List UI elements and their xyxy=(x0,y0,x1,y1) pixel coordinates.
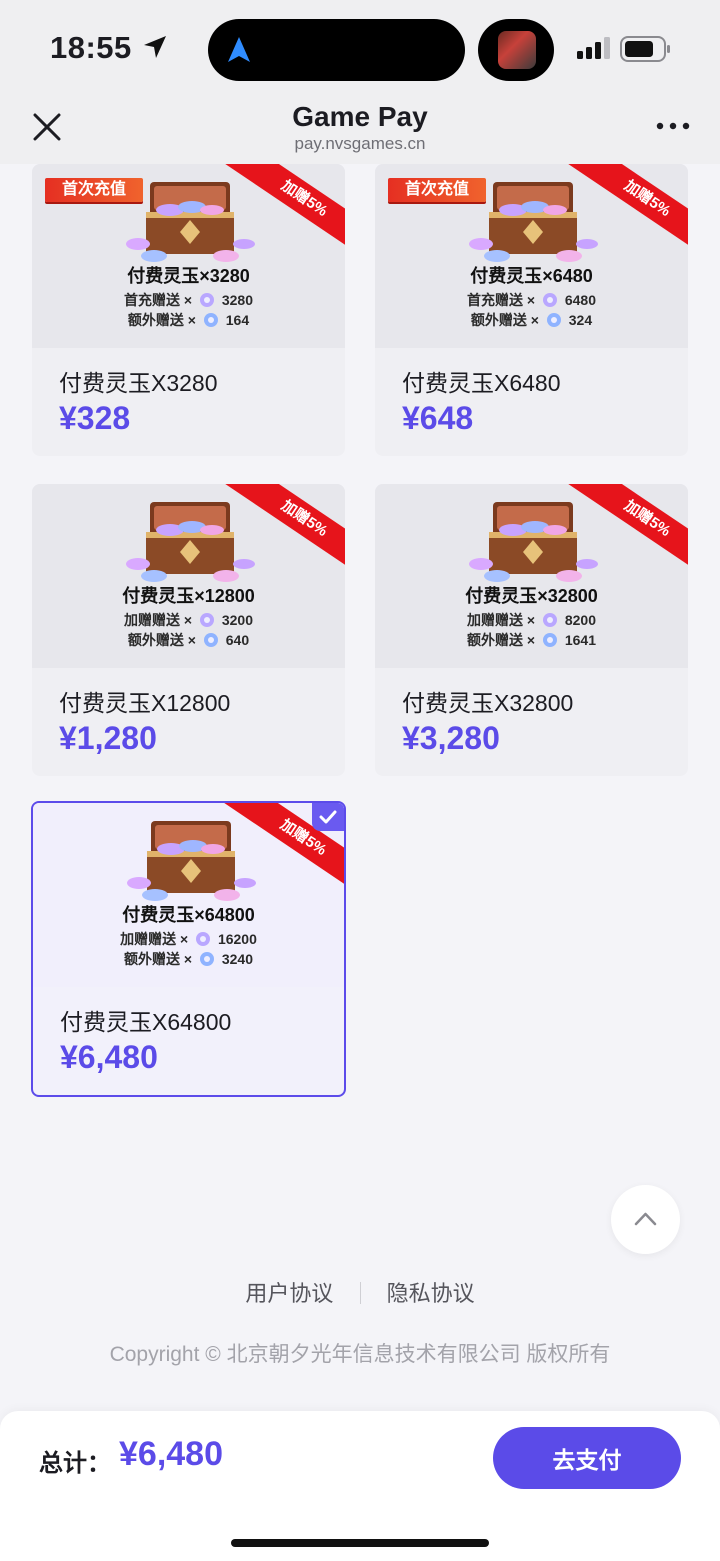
jade-icon xyxy=(546,313,561,327)
product-card[interactable]: 加赠5% 付费灵玉×32800 加赠赠送 × 8200 额外赠送 × 1641 … xyxy=(375,484,688,776)
bonus-line: 加赠赠送 × 3200 xyxy=(32,610,345,630)
bonus-line-label: 加赠赠送 × xyxy=(466,612,536,628)
jade-icon xyxy=(542,613,557,627)
location-arrow-icon xyxy=(144,36,166,58)
user-agreement-link[interactable]: 用户协议 xyxy=(245,1281,333,1306)
bonus-line: 加赠赠送 × 16200 xyxy=(33,929,344,949)
total-label: 总计： xyxy=(39,1450,111,1477)
product-banner: 加赠5% 付费灵玉×32800 加赠赠送 × 8200 额外赠送 × 1641 xyxy=(375,484,688,668)
jade-icon xyxy=(542,293,557,307)
treasure-chest-icon xyxy=(469,182,598,262)
footer-links: 用户协议 隐私协议 xyxy=(0,1276,720,1308)
jade-icon xyxy=(199,293,214,307)
product-card[interactable]: 加赠5% 付费灵玉×12800 加赠赠送 × 3200 额外赠送 × 640 付… xyxy=(32,484,345,776)
bonus-line-value: 3280 xyxy=(221,292,253,308)
banner-title: 付费灵玉×12800 xyxy=(122,586,255,606)
extra-line: 额外赠送 × 164 xyxy=(32,310,345,330)
treasure-chest-icon xyxy=(126,182,255,262)
jade-icon xyxy=(196,932,211,946)
page-title: Game Pay xyxy=(292,101,428,132)
extra-line-label: 额外赠送 × xyxy=(466,632,536,648)
product-card-selected[interactable]: 加赠5% 付费灵玉×64800 加赠赠送 × 16200 额外赠送 × 3240… xyxy=(31,801,346,1097)
jade-icon xyxy=(199,952,214,966)
banner-title: 付费灵玉×32800 xyxy=(465,586,598,606)
more-icon[interactable] xyxy=(656,118,690,134)
game-app-icon xyxy=(498,31,536,69)
product-price: ¥1,280 xyxy=(59,720,157,756)
bonus-line-label: 首充赠送 × xyxy=(123,292,193,308)
copyright-text: Copyright © 北京朝夕光年信息技术有限公司 版权所有 xyxy=(109,1343,611,1366)
navigation-icon xyxy=(228,37,250,62)
product-name: 付费灵玉X64800 xyxy=(60,1009,232,1035)
bonus-line: 加赠赠送 × 8200 xyxy=(375,610,688,630)
bonus-line-value: 3200 xyxy=(221,612,253,628)
selected-check-badge xyxy=(312,803,344,831)
bonus-line-label: 加赠赠送 × xyxy=(123,612,193,628)
pay-button[interactable]: 去支付 xyxy=(493,1427,681,1489)
bonus-line: 首充赠送 × 3280 xyxy=(32,290,345,310)
product-banner: 加赠5% 付费灵玉×64800 加赠赠送 × 16200 额外赠送 × 3240 xyxy=(33,803,344,987)
dynamic-island xyxy=(208,19,465,81)
bonus-line: 首充赠送 × 6480 xyxy=(375,290,688,310)
extra-line: 额外赠送 × 324 xyxy=(375,310,688,330)
extra-line-label: 额外赠送 × xyxy=(470,312,539,328)
jade-icon xyxy=(203,313,218,327)
scroll-to-top-button[interactable] xyxy=(611,1185,680,1254)
treasure-chest-icon xyxy=(127,821,256,901)
product-price: ¥648 xyxy=(402,400,474,436)
product-name: 付费灵玉X3280 xyxy=(59,370,218,396)
live-activity-badge xyxy=(478,19,554,81)
banner-title: 付费灵玉×6480 xyxy=(470,266,593,286)
privacy-agreement-link[interactable]: 隐私协议 xyxy=(387,1281,475,1306)
extra-line-value: 3240 xyxy=(221,951,253,967)
signal-icon xyxy=(577,37,610,59)
footer-divider xyxy=(359,1282,361,1304)
pay-bar: 总计： ¥6,480 去支付 xyxy=(0,1411,720,1561)
extra-line-value: 164 xyxy=(225,312,250,328)
extra-line: 额外赠送 × 3240 xyxy=(33,949,344,969)
product-price: ¥6,480 xyxy=(60,1039,158,1075)
extra-line-value: 640 xyxy=(225,632,250,648)
extra-line-label: 额外赠送 × xyxy=(127,632,196,648)
chevron-up-icon xyxy=(634,1212,657,1226)
product-name: 付费灵玉X6480 xyxy=(402,370,561,396)
bonus-line-value: 16200 xyxy=(217,931,257,947)
bonus-line-label: 加赠赠送 × xyxy=(120,931,189,947)
jade-icon xyxy=(199,613,214,627)
product-banner: 加赠5% 付费灵玉×12800 加赠赠送 × 3200 额外赠送 × 640 xyxy=(32,484,345,668)
product-price: ¥3,280 xyxy=(402,720,500,756)
browser-header: Game Pay pay.nvsgames.cn xyxy=(0,98,720,164)
product-name: 付费灵玉X12800 xyxy=(59,690,231,716)
product-card[interactable]: 首次充值 加赠5% 付费灵玉×3280 首充赠送 × 3280 额外赠送 × 1… xyxy=(32,164,345,456)
product-banner: 首次充值 加赠5% 付费灵玉×6480 首充赠送 × 6480 额外赠送 × 3… xyxy=(375,164,688,348)
extra-line-label: 额外赠送 × xyxy=(127,312,196,328)
product-price: ¥328 xyxy=(59,400,131,436)
treasure-chest-icon xyxy=(126,502,255,582)
product-name: 付费灵玉X32800 xyxy=(402,690,574,716)
jade-icon xyxy=(542,633,557,647)
extra-line-label: 额外赠送 × xyxy=(123,951,193,967)
home-indicator xyxy=(231,1539,489,1547)
battery-icon xyxy=(620,36,670,62)
extra-line: 额外赠送 × 640 xyxy=(32,630,345,650)
product-banner: 首次充值 加赠5% 付费灵玉×3280 首充赠送 × 3280 额外赠送 × 1… xyxy=(32,164,345,348)
bonus-line-value: 6480 xyxy=(564,292,596,308)
jade-icon xyxy=(203,633,218,647)
banner-title: 付费灵玉×64800 xyxy=(122,905,255,925)
status-bar: 18:55 xyxy=(0,0,720,98)
check-icon xyxy=(319,810,337,824)
treasure-chest-icon xyxy=(469,502,598,582)
page-url: pay.nvsgames.cn xyxy=(294,134,426,153)
total-value: ¥6,480 xyxy=(119,1435,223,1473)
extra-line: 额外赠送 × 1641 xyxy=(375,630,688,650)
banner-title: 付费灵玉×3280 xyxy=(127,266,250,286)
extra-line-value: 324 xyxy=(568,312,593,328)
bonus-line-value: 8200 xyxy=(564,612,596,628)
product-card[interactable]: 首次充值 加赠5% 付费灵玉×6480 首充赠送 × 6480 额外赠送 × 3… xyxy=(375,164,688,456)
extra-line-value: 1641 xyxy=(564,632,596,648)
status-time: 18:55 xyxy=(50,30,132,65)
bonus-line-label: 首充赠送 × xyxy=(466,292,536,308)
